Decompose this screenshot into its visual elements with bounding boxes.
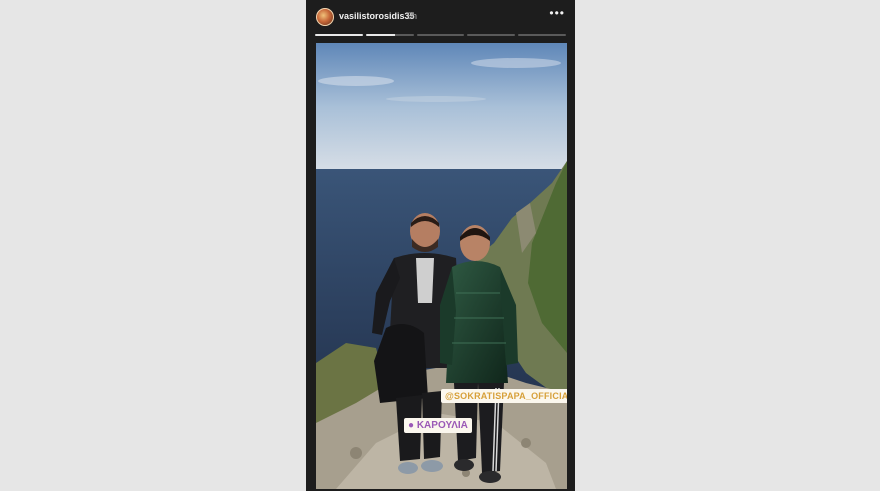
more-dots-icon[interactable]: •••	[549, 6, 565, 20]
timestamp: 8h	[407, 11, 418, 21]
story-photo[interactable]: @SOKRATISPAPA_OFFICIAL ● ΚΑΡΟΥΛΙΑ	[316, 43, 567, 489]
story-header: vasilistorosidis35 8h •••	[306, 0, 575, 36]
location-label: ΚΑΡΟΥΛΙΑ	[416, 420, 468, 431]
progress-segment	[416, 34, 465, 36]
progress-segment	[365, 34, 414, 36]
mention-sticker[interactable]: @SOKRATISPAPA_OFFICIAL	[441, 389, 567, 403]
story-progress	[315, 34, 566, 36]
progress-segment	[315, 34, 363, 36]
location-pin-icon: ●	[408, 420, 415, 431]
avatar[interactable]	[316, 8, 334, 26]
progress-segment	[467, 34, 516, 36]
progress-segment	[518, 34, 566, 36]
story-viewer: vasilistorosidis35 8h ••• @SOKRATISPAPA_…	[306, 0, 575, 491]
username[interactable]: vasilistorosidis35	[339, 11, 415, 21]
location-sticker[interactable]: ● ΚΑΡΟΥΛΙΑ	[404, 418, 472, 433]
